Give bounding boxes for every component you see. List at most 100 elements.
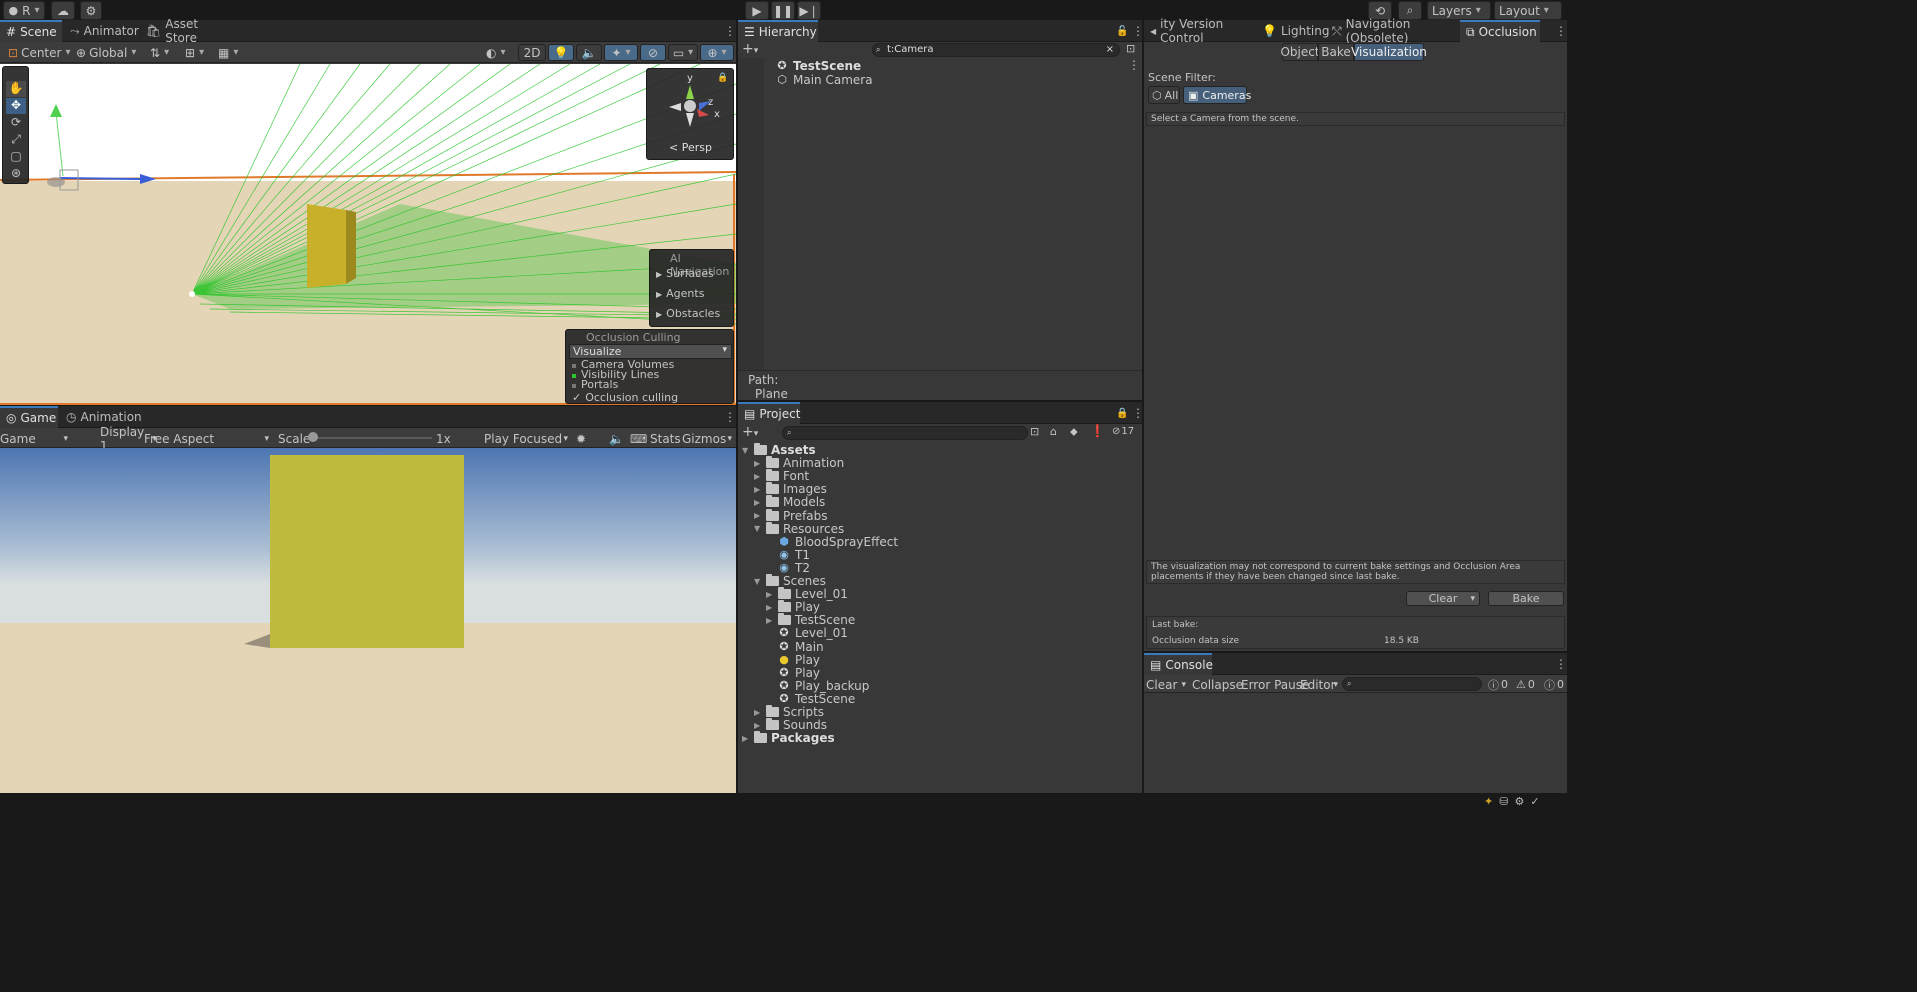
gizmo-lock-icon[interactable]: 🔒 — [717, 73, 728, 83]
collapsed-arrow-icon[interactable]: ▶ — [754, 472, 766, 481]
lighting-icon[interactable]: 💡 — [548, 44, 574, 61]
grid-snap-dropdown[interactable]: ⊞ — [185, 44, 204, 61]
collapsed-arrow-icon[interactable]: ▶ — [754, 708, 766, 717]
scale-tool-icon[interactable]: ⤢ — [6, 132, 26, 148]
stats-button[interactable]: Stats — [650, 430, 681, 447]
debug-icon[interactable]: ⚙ — [1514, 795, 1530, 808]
mode-object-button[interactable]: Object — [1280, 43, 1320, 61]
filter-cameras-button[interactable]: ▣ Cameras — [1183, 86, 1251, 104]
rotate-tool-icon[interactable]: ⟳ — [6, 115, 26, 131]
move-tool-icon[interactable]: ✥ — [6, 98, 26, 114]
hidden-objects-icon[interactable]: ⊘ — [640, 44, 666, 61]
scene-viewport[interactable]: ✋ ✥ ⟳ ⤢ ▢ ⊛ y z x 🔒 < Persp AI Navigatio… — [0, 64, 736, 405]
tab-navigation[interactable]: ⤲ Navigation (Obsolete) — [1326, 17, 1456, 45]
occlusion-mode-dropdown[interactable]: Visualize ▾ — [569, 344, 732, 359]
console-search-input[interactable]: ⌕ — [1342, 677, 1482, 691]
mode-visualization-button[interactable]: Visualization — [1351, 43, 1427, 61]
play-focus-dropdown[interactable]: Play Focused ▾ — [484, 430, 570, 447]
tab-console[interactable]: ▤ Console — [1144, 653, 1213, 675]
scale-slider[interactable] — [310, 437, 432, 439]
rect-tool-icon[interactable]: ▢ — [6, 149, 26, 165]
tab-animator[interactable]: ⤳ Animator — [64, 20, 139, 42]
tab-project[interactable]: ▤ Project — [738, 402, 800, 424]
ai-nav-item[interactable]: ▶ Agents — [656, 287, 704, 300]
collapse-button[interactable]: Collapse — [1192, 676, 1243, 693]
warning-filter-toggle[interactable]: ⚠ 0 — [1516, 676, 1535, 693]
camera-icon[interactable]: ▭ — [668, 44, 698, 61]
error-filter-toggle[interactable]: ⓘ 0 — [1544, 676, 1564, 693]
scene-search-icon[interactable]: ⊡ — [1126, 42, 1135, 55]
account-button[interactable]: ● R — [3, 1, 45, 20]
tab-hierarchy[interactable]: ☰ Hierarchy — [738, 20, 818, 42]
collapsed-arrow-icon[interactable]: ▶ — [754, 459, 766, 468]
collapsed-arrow-icon[interactable]: ▶ — [766, 616, 778, 625]
play-button[interactable]: ▶ — [745, 1, 769, 20]
effects-icon[interactable]: ✦ — [604, 44, 638, 61]
check-icon[interactable]: ✓ — [1530, 795, 1545, 808]
clear-dropdown[interactable]: Clear ▾ — [1406, 591, 1480, 606]
ai-nav-item[interactable]: ▶ Surfaces — [656, 267, 714, 280]
collab-icon[interactable]: ⚙ — [80, 1, 102, 20]
audio-icon[interactable]: 🔈 — [576, 44, 602, 61]
hierarchy-menu-icon[interactable]: ⋮ — [1126, 20, 1144, 42]
clear-search-icon[interactable]: × — [1106, 44, 1114, 56]
ai-nav-item[interactable]: ▶ Obstacles — [656, 307, 720, 320]
project-tree-row[interactable]: ▶ Packages — [742, 730, 835, 746]
collapsed-arrow-icon[interactable]: ▶ — [754, 511, 766, 520]
expanded-arrow-icon[interactable]: ▼ — [754, 524, 766, 533]
hierarchy-lock-icon[interactable]: 🔓 — [1110, 20, 1128, 42]
hand-tool-icon[interactable]: ✋ — [6, 81, 26, 97]
transform-tool-icon[interactable]: ⊛ — [6, 166, 26, 182]
hierarchy-item-main-camera[interactable]: ⬡ Main Camera — [776, 72, 872, 88]
collapsed-arrow-icon[interactable]: ▶ — [766, 603, 778, 612]
persp-toggle[interactable]: < Persp — [669, 141, 712, 154]
cache-icon[interactable]: ⛁ — [1499, 795, 1514, 808]
orientation-gizmo[interactable]: y z x 🔒 < Persp — [646, 68, 734, 160]
collapsed-arrow-icon[interactable]: ▶ — [754, 721, 766, 730]
tab-game[interactable]: ◎ Game — [0, 406, 58, 428]
aspect-dropdown[interactable]: Free Aspect ▾ — [144, 430, 271, 447]
space-dropdown[interactable]: ⊕ Global — [76, 44, 136, 61]
bake-status-icon[interactable]: ✦ — [1484, 795, 1499, 808]
occlusion-menu-icon[interactable]: ⋮ — [1549, 20, 1567, 42]
scale-slider-handle[interactable] — [308, 432, 318, 442]
tab-version-control[interactable]: ◀ ity Version Control — [1144, 17, 1248, 45]
pause-button[interactable]: ❚❚ — [771, 1, 795, 20]
filter-all-button[interactable]: ⬡ All — [1148, 86, 1180, 104]
display-dropdown[interactable]: Display 1 ▾ — [100, 425, 157, 453]
gizmos-dropdown[interactable]: Gizmos ▾ — [682, 430, 732, 447]
bake-button[interactable]: Bake — [1488, 591, 1564, 606]
hierarchy-search-input[interactable]: ⌕ t:Camera × — [872, 43, 1120, 57]
2d-toggle[interactable]: 2D — [518, 44, 546, 61]
scene-menu-icon[interactable]: ⋮ — [718, 20, 736, 42]
collapsed-arrow-icon[interactable]: ▶ — [754, 485, 766, 494]
pivot-dropdown[interactable]: ⊡ Center — [8, 44, 70, 61]
collapsed-arrow-icon[interactable]: ▶ — [766, 590, 778, 599]
console-clear-dropdown[interactable]: Clear ▾ — [1146, 676, 1188, 693]
occlusion-culling-checkbox[interactable]: ✓ Occlusion culling — [572, 391, 678, 404]
step-button[interactable]: ▶❘ — [797, 1, 821, 20]
game-mode-dropdown[interactable]: Game ▾ — [0, 430, 70, 447]
hierarchy-add-button[interactable]: +▾ — [742, 42, 758, 58]
console-menu-icon[interactable]: ⋮ — [1549, 653, 1567, 675]
project-menu-icon[interactable]: ⋮ — [1126, 402, 1144, 424]
expanded-arrow-icon[interactable]: ▼ — [742, 446, 754, 455]
tab-asset-store[interactable]: 🛍 Asset Store — [140, 17, 230, 45]
tab-scene[interactable]: # Scene — [0, 20, 62, 42]
tab-occlusion[interactable]: ⧉ Occlusion — [1460, 20, 1540, 42]
expanded-arrow-icon[interactable]: ▼ — [754, 577, 766, 586]
bug-icon[interactable]: ✹ — [576, 430, 586, 447]
mode-bake-button[interactable]: Bake — [1318, 43, 1354, 61]
info-filter-toggle[interactable]: ⓘ 0 — [1488, 676, 1508, 693]
editor-dropdown[interactable]: Editor ▾ — [1300, 676, 1338, 693]
collapsed-arrow-icon[interactable]: ▶ — [754, 498, 766, 507]
game-view[interactable] — [0, 448, 736, 793]
project-lock-icon[interactable]: 🔒 — [1110, 402, 1128, 424]
shading-dropdown[interactable]: ◐ — [486, 44, 506, 61]
grid-dropdown[interactable]: ▦ — [218, 44, 238, 61]
keyboard-icon[interactable]: ⌨ — [630, 430, 647, 447]
game-menu-icon[interactable]: ⋮ — [718, 406, 736, 428]
tab-lighting[interactable]: 💡 Lighting — [1256, 20, 1329, 42]
scene-row-menu-icon[interactable]: ⋮ — [1128, 58, 1140, 72]
mute-audio-icon[interactable]: 🔈 — [609, 430, 624, 447]
